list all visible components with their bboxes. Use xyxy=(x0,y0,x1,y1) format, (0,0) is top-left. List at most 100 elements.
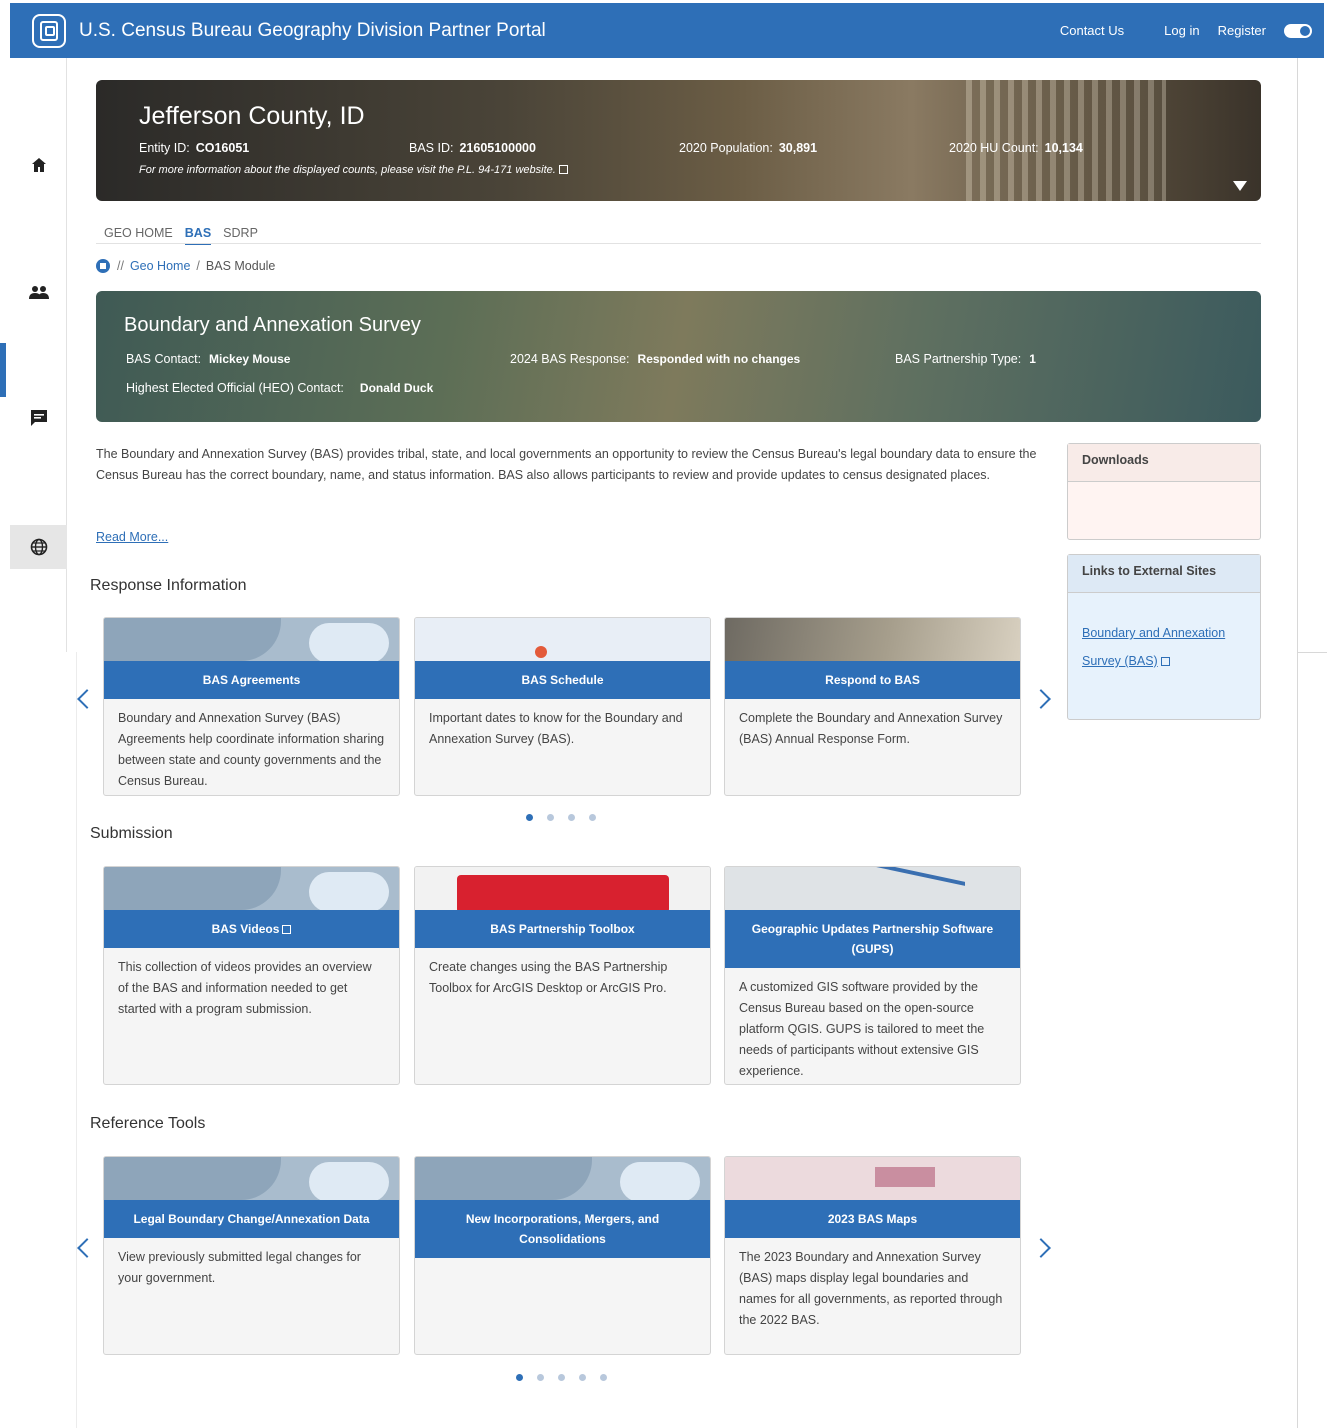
card-title[interactable]: BAS Partnership Toolbox xyxy=(415,910,710,948)
section-title-submission: Submission xyxy=(90,825,173,842)
card-bas-schedule[interactable]: BAS Schedule Important dates to know for… xyxy=(414,617,711,796)
carousel-next-icon[interactable] xyxy=(1031,689,1051,709)
card-text: View previously submitted legal changes … xyxy=(118,1250,361,1285)
county-banner: Jefferson County, ID Entity ID: CO16051 B… xyxy=(96,80,1261,201)
card-new-incorporations[interactable]: New Incorporations, Mergers, and Consoli… xyxy=(414,1156,711,1355)
section-title-reference: Reference Tools xyxy=(90,1115,206,1132)
breadcrumb-current: BAS Module xyxy=(205,259,276,273)
side-drawer-handle[interactable] xyxy=(0,343,6,397)
left-nav-rail xyxy=(10,58,67,652)
portal-logo-icon[interactable] xyxy=(32,13,66,48)
bas-banner: Boundary and Annexation Survey BAS Conta… xyxy=(96,291,1261,422)
read-more-link[interactable]: Read More... xyxy=(96,530,168,544)
card-image xyxy=(415,867,710,910)
hu-count: 2020 HU Count: 10,134 xyxy=(949,141,1083,155)
card-bas-videos[interactable]: BAS Videos This collection of videos pro… xyxy=(103,866,400,1085)
card-image xyxy=(725,867,1020,910)
heo-contact: Highest Elected Official (HEO) Contact: D… xyxy=(126,381,434,395)
carousel-dot[interactable] xyxy=(558,1374,565,1381)
downloads-title: Downloads xyxy=(1068,444,1260,482)
carousel-dot[interactable] xyxy=(547,814,554,821)
card-text: Create changes using the BAS Partnership… xyxy=(429,960,668,995)
contact-us-link[interactable]: Contact Us xyxy=(1060,23,1124,38)
card-image xyxy=(104,1157,399,1200)
card-2023-bas-maps[interactable]: 2023 BAS Maps The 2023 Boundary and Anne… xyxy=(724,1156,1021,1355)
card-text: A customized GIS software provided by th… xyxy=(739,980,985,1078)
card-image xyxy=(415,1157,710,1200)
card-title[interactable]: BAS Agreements xyxy=(104,661,399,699)
card-text xyxy=(415,1258,710,1276)
breadcrumb-separator: / xyxy=(196,259,200,273)
card-image xyxy=(415,618,710,661)
county-name: Jefferson County, ID xyxy=(139,102,365,130)
carousel-dot[interactable] xyxy=(537,1374,544,1381)
carousel-dot[interactable] xyxy=(579,1374,586,1381)
login-link[interactable]: Log in xyxy=(1164,23,1199,38)
breadcrumb-separator: // xyxy=(117,259,124,273)
carousel-dot[interactable] xyxy=(568,814,575,821)
breadcrumb: // Geo Home / BAS Module xyxy=(96,259,275,273)
bas-partnership-type: BAS Partnership Type: 1 xyxy=(895,352,1036,366)
home-icon[interactable] xyxy=(96,259,110,273)
entity-id: Entity ID: CO16051 xyxy=(139,141,250,155)
external-link-icon xyxy=(558,165,568,174)
card-title[interactable]: 2023 BAS Maps xyxy=(725,1200,1020,1238)
carousel-prev-icon[interactable] xyxy=(77,689,97,709)
bas-response: 2024 BAS Response: Responded with no chan… xyxy=(510,352,801,366)
globe-icon[interactable] xyxy=(10,525,67,569)
card-title[interactable]: BAS Schedule xyxy=(415,661,710,699)
external-link-icon xyxy=(282,924,292,934)
external-links-title: Links to External Sites xyxy=(1068,555,1260,593)
divider xyxy=(1297,652,1327,653)
bas-description: The Boundary and Annexation Survey (BAS)… xyxy=(96,447,1037,482)
home-icon[interactable] xyxy=(10,143,67,187)
card-image xyxy=(725,1157,1020,1200)
carousel-next-icon[interactable] xyxy=(1031,1238,1051,1258)
app-title: U.S. Census Bureau Geography Division Pa… xyxy=(79,19,546,41)
expand-caret-icon[interactable] xyxy=(1233,181,1247,191)
external-link-icon xyxy=(1160,657,1170,666)
carousel-dot[interactable] xyxy=(526,814,533,821)
carousel-dots xyxy=(526,814,610,821)
population: 2020 Population: 30,891 xyxy=(679,141,818,155)
carousel-dots xyxy=(516,1374,621,1381)
card-image xyxy=(104,618,399,661)
bas-external-link[interactable]: Boundary and Annexation Survey (BAS) xyxy=(1082,619,1246,675)
card-image xyxy=(104,867,399,910)
carousel-prev-icon[interactable] xyxy=(77,1238,97,1258)
register-link[interactable]: Register xyxy=(1218,23,1266,38)
bas-contact: BAS Contact: Mickey Mouse xyxy=(126,352,291,366)
card-text: Boundary and Annexation Survey (BAS) Agr… xyxy=(118,711,385,788)
people-icon[interactable] xyxy=(10,271,67,315)
carousel-dot[interactable] xyxy=(589,814,596,821)
card-legal-boundary-change[interactable]: Legal Boundary Change/Annexation Data Vi… xyxy=(103,1156,400,1355)
theme-toggle[interactable] xyxy=(1284,23,1312,38)
external-links-panel: Links to External Sites Boundary and Ann… xyxy=(1067,554,1261,720)
card-text: Important dates to know for the Boundary… xyxy=(429,711,683,746)
bas-title: Boundary and Annexation Survey xyxy=(124,314,421,336)
bas-id: BAS ID: 21605100000 xyxy=(409,141,536,155)
card-title[interactable]: Geographic Updates Partnership Software … xyxy=(725,910,1020,968)
card-text: Complete the Boundary and Annexation Sur… xyxy=(739,711,1003,746)
card-title[interactable]: New Incorporations, Mergers, and Consoli… xyxy=(415,1200,710,1258)
card-text: This collection of videos provides an ov… xyxy=(118,960,372,1016)
chat-icon[interactable] xyxy=(10,396,67,440)
breadcrumb-geo-home[interactable]: Geo Home xyxy=(130,259,190,273)
card-partnership-toolbox[interactable]: BAS Partnership Toolbox Create changes u… xyxy=(414,866,711,1085)
card-bas-agreements[interactable]: BAS Agreements Boundary and Annexation S… xyxy=(103,617,400,796)
card-image xyxy=(725,618,1020,661)
divider xyxy=(1297,58,1298,1428)
card-text: The 2023 Boundary and Annexation Survey … xyxy=(739,1250,1003,1327)
card-respond-to-bas[interactable]: Respond to BAS Complete the Boundary and… xyxy=(724,617,1021,796)
carousel-dot[interactable] xyxy=(600,1374,607,1381)
county-note[interactable]: For more information about the displayed… xyxy=(139,164,568,176)
carousel-dot[interactable] xyxy=(516,1374,523,1381)
divider xyxy=(76,652,77,1428)
card-gups[interactable]: Geographic Updates Partnership Software … xyxy=(724,866,1021,1085)
card-title[interactable]: Legal Boundary Change/Annexation Data xyxy=(104,1200,399,1238)
divider xyxy=(96,243,1261,244)
card-title[interactable]: BAS Videos xyxy=(104,910,399,948)
section-title-response: Response Information xyxy=(90,577,247,594)
top-app-bar: U.S. Census Bureau Geography Division Pa… xyxy=(10,3,1324,58)
card-title[interactable]: Respond to BAS xyxy=(725,661,1020,699)
